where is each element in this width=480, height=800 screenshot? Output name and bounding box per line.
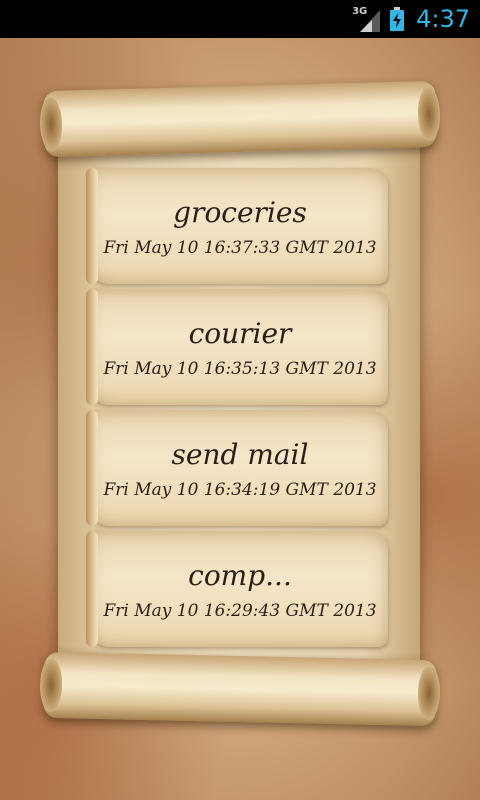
clock: 4:37 (416, 5, 470, 33)
note-date: Fri May 10 16:35:13 GMT 2013 (103, 359, 377, 379)
note-title: groceries (173, 196, 307, 229)
note-item[interactable]: comp... Fri May 10 16:29:43 GMT 2013 (86, 529, 390, 650)
note-title: send mail (171, 438, 309, 471)
signal-3g-icon: 3G (352, 4, 382, 34)
note-date: Fri May 10 16:37:33 GMT 2013 (103, 238, 377, 258)
note-item[interactable]: send mail Fri May 10 16:34:19 GMT 2013 (86, 408, 390, 529)
note-title: comp... (188, 559, 292, 592)
status-icons: 3G 4:37 (352, 0, 470, 38)
scroll-bottom-roll (39, 651, 441, 727)
status-bar: 3G 4:37 (0, 0, 480, 38)
note-date: Fri May 10 16:29:43 GMT 2013 (103, 601, 377, 621)
note-date: Fri May 10 16:34:19 GMT 2013 (103, 480, 377, 500)
notes-list: groceries Fri May 10 16:37:33 GMT 2013 c… (86, 166, 390, 650)
roll-end-left (39, 657, 63, 713)
note-item[interactable]: groceries Fri May 10 16:37:33 GMT 2013 (86, 166, 390, 287)
scroll-top-roll (39, 80, 441, 158)
note-item[interactable]: courier Fri May 10 16:35:13 GMT 2013 (86, 287, 390, 408)
battery-charging-icon (390, 7, 405, 31)
network-type-label: 3G (352, 6, 368, 17)
roll-end-left (39, 96, 63, 152)
note-title: courier (188, 317, 292, 350)
